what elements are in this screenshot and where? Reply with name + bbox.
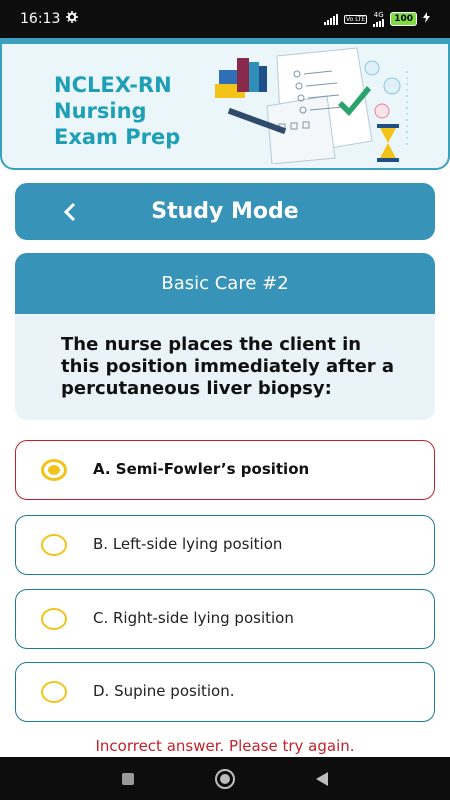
home-circle-icon xyxy=(214,768,235,789)
network-type-label: 4G xyxy=(373,10,384,19)
back-button[interactable] xyxy=(55,197,85,227)
question-category: Basic Care #2 xyxy=(15,253,435,314)
recents-button[interactable] xyxy=(116,767,140,791)
exam-illustration-icon xyxy=(215,47,408,164)
charging-bolt-icon xyxy=(423,12,430,26)
signal-strength-icon xyxy=(324,13,338,25)
status-bar: 16:13 Vo LTE 4G 100 xyxy=(0,0,450,38)
volte-badge: Vo LTE xyxy=(344,14,368,24)
question-text: The nurse places the client in this posi… xyxy=(61,334,395,399)
answer-option-b[interactable]: B. Left-side lying position xyxy=(15,515,435,575)
feedback-message: Incorrect answer. Please try again. xyxy=(95,737,355,755)
answer-option-label: A. Semi-Fowler’s position xyxy=(93,460,310,478)
radio-button[interactable] xyxy=(41,608,67,630)
chevron-left-icon xyxy=(63,202,76,222)
settings-gear-icon xyxy=(66,11,79,27)
status-left: 16:13 xyxy=(20,11,79,27)
app-title: NCLEX-RN Nursing Exam Prep xyxy=(54,73,181,149)
app-header-banner: NCLEX-RN Nursing Exam Prep xyxy=(0,38,450,170)
radio-button[interactable] xyxy=(41,681,67,703)
radio-dot xyxy=(48,465,60,475)
answer-option-c[interactable]: C. Right-side lying position xyxy=(15,589,435,649)
question-card: Basic Care #2 The nurse places the clien… xyxy=(15,253,435,420)
answer-option-label: C. Right-side lying position xyxy=(93,609,294,627)
answer-option-label: B. Left-side lying position xyxy=(93,535,283,553)
answer-option-label: D. Supine position. xyxy=(93,682,235,700)
header-accent-line xyxy=(2,38,448,44)
recents-square-icon xyxy=(122,772,135,785)
home-button[interactable] xyxy=(213,767,237,791)
study-mode-bar: Study Mode xyxy=(15,183,435,240)
radio-button-selected[interactable] xyxy=(41,459,67,481)
answer-option-d[interactable]: D. Supine position. xyxy=(15,662,435,722)
battery-level: 100 xyxy=(390,12,417,26)
radio-button[interactable] xyxy=(41,534,67,556)
system-nav-bar xyxy=(0,757,450,800)
page-title: Study Mode xyxy=(151,199,299,224)
status-right: Vo LTE 4G 100 xyxy=(324,10,430,27)
answer-option-a[interactable]: A. Semi-Fowler’s position xyxy=(15,440,435,500)
back-triangle-icon xyxy=(315,771,328,786)
cell-signal-icon xyxy=(373,18,385,27)
status-time: 16:13 xyxy=(20,11,61,27)
mobile-data-indicator: 4G xyxy=(373,10,385,27)
back-nav-button[interactable] xyxy=(310,767,334,791)
